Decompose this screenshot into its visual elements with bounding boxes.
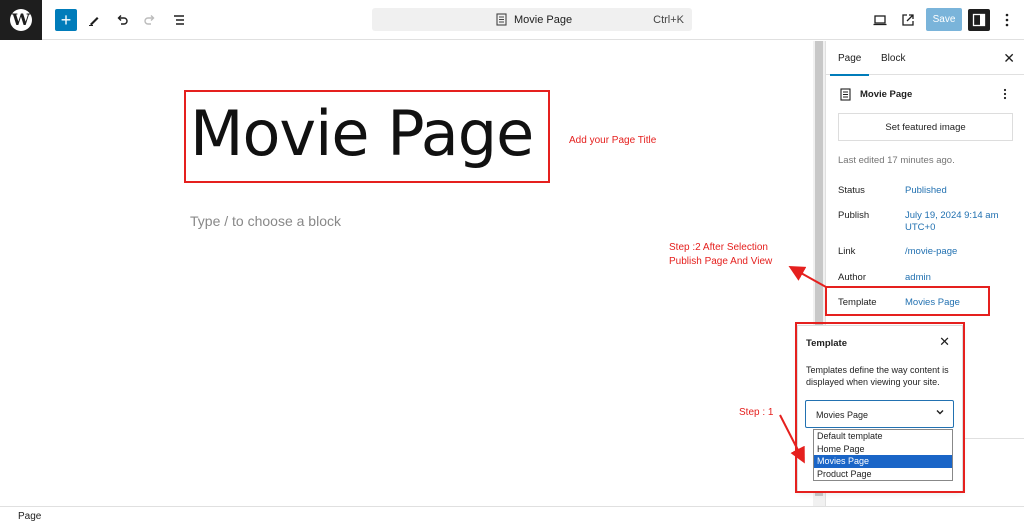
step1-arrow [779,414,805,464]
editor-app: W + Movie Page Ctrl+K Save Movie Page Ad… [0,0,1024,523]
step2-arrow [788,266,827,288]
footer-breadcrumb-bar: Page [0,506,1024,523]
breadcrumb[interactable]: Page [18,511,41,522]
annotation-arrows [779,266,827,464]
